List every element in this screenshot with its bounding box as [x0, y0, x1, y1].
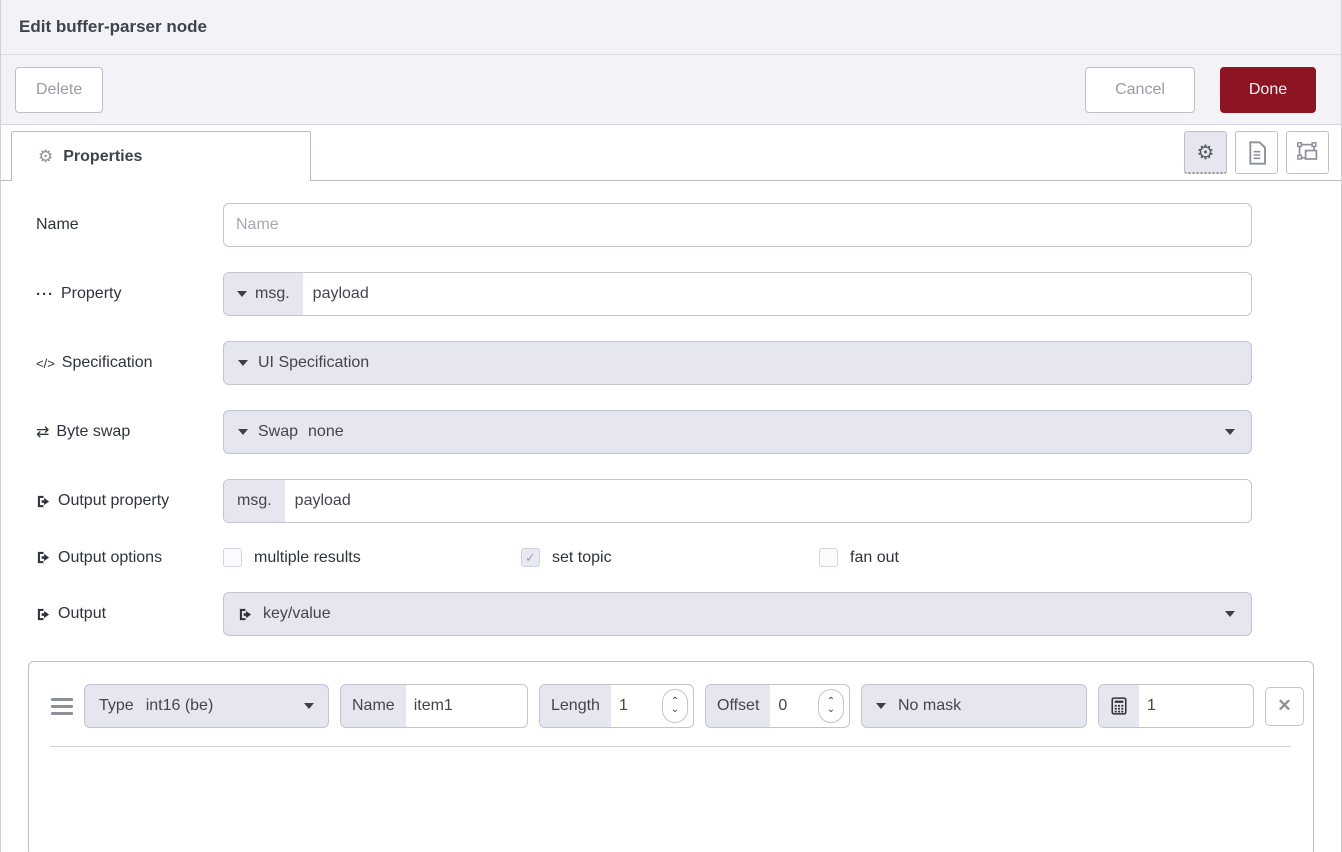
chevron-down-icon: [304, 703, 314, 709]
appearance-icon: [1296, 141, 1320, 165]
output-label: Output: [36, 605, 223, 623]
offset-stepper[interactable]: ⌃⌄: [818, 689, 844, 723]
edit-node-dialog: Edit buffer-parser node Delete Cancel Do…: [0, 0, 1342, 852]
document-icon: [1246, 141, 1268, 165]
row-specification: </> Specification UI Specification: [36, 341, 1252, 385]
item-length-prefix: Length: [540, 685, 611, 727]
chevron-down-icon: [237, 291, 247, 297]
specification-label: </> Specification: [36, 354, 223, 372]
item-type-label: Type: [99, 697, 134, 715]
gear-icon: ⚙: [38, 147, 53, 167]
item-scale-field: [1098, 684, 1254, 728]
gear-icon: ⚙: [1197, 140, 1215, 165]
chevron-down-icon: [1225, 429, 1235, 435]
row-property: ··· Property msg.: [36, 272, 1252, 316]
code-icon: </>: [36, 356, 55, 371]
tab-properties-label: Properties: [63, 148, 142, 166]
output-property-label: Output property: [36, 492, 223, 510]
item-length-input[interactable]: [611, 697, 662, 715]
checkbox-label: multiple results: [254, 549, 361, 567]
specification-select[interactable]: UI Specification: [223, 341, 1252, 385]
dialog-title: Edit buffer-parser node: [19, 17, 207, 37]
properties-form: Name ··· Property msg. </> Specificatio: [1, 181, 1341, 636]
sign-out-icon: [238, 607, 253, 622]
editor-tab-bar: ⚙ Properties ⚙: [1, 125, 1341, 181]
properties-tab-button[interactable]: ⚙: [1184, 131, 1227, 174]
row-byte-swap: ⇄ Byte swap Swap none: [36, 410, 1252, 454]
row-output: Output key/value: [36, 592, 1252, 636]
drag-handle-icon[interactable]: [51, 698, 73, 715]
item-length-field: Length ⌃⌄: [539, 684, 694, 728]
item-offset-field: Offset ⌃⌄: [705, 684, 850, 728]
output-options-label: Output options: [36, 549, 223, 567]
chevron-down-icon: [1225, 611, 1235, 617]
sign-out-icon: [36, 494, 51, 509]
checkbox-fan-out[interactable]: ✓ fan out: [819, 548, 1117, 567]
checkbox-label: set topic: [552, 549, 612, 567]
length-stepper[interactable]: ⌃⌄: [662, 689, 688, 723]
dialog-titlebar: Edit buffer-parser node: [1, 0, 1341, 55]
byte-swap-label: ⇄ Byte swap: [36, 422, 223, 442]
output-select[interactable]: key/value: [223, 592, 1252, 636]
byte-swap-select[interactable]: Swap none: [223, 410, 1252, 454]
checkbox-set-topic[interactable]: ✓ set topic: [521, 548, 819, 567]
property-typed-input: msg.: [223, 272, 1252, 316]
item-divider: [51, 746, 1291, 747]
parser-item-row: Type int16 (be) Name Length ⌃⌄ Offset ⌃⌄: [29, 662, 1313, 728]
item-type-value: int16 (be): [146, 697, 292, 715]
description-tab-button[interactable]: [1235, 131, 1278, 174]
output-property-prefix: msg.: [224, 480, 285, 522]
chevron-down-icon: [238, 429, 248, 435]
delete-button[interactable]: Delete: [15, 67, 103, 113]
swap-arrows-icon: ⇄: [36, 422, 49, 442]
name-label: Name: [36, 216, 223, 234]
parser-items-list: Type int16 (be) Name Length ⌃⌄ Offset ⌃⌄: [28, 661, 1314, 852]
ellipsis-icon: ···: [36, 286, 54, 303]
output-property-typed-input: msg.: [223, 479, 1252, 523]
item-name-prefix: Name: [341, 685, 406, 727]
editor-tab-icons: ⚙: [1184, 131, 1329, 174]
item-mask-select[interactable]: No mask: [861, 684, 1087, 728]
row-name: Name: [36, 203, 1252, 247]
done-button[interactable]: Done: [1220, 67, 1316, 113]
checkbox-multiple-results[interactable]: ✓ multiple results: [223, 548, 521, 567]
checkbox-box[interactable]: ✓: [223, 548, 242, 567]
checkbox-box[interactable]: ✓: [521, 548, 540, 567]
item-offset-prefix: Offset: [706, 685, 770, 727]
row-output-property: Output property msg.: [36, 479, 1252, 523]
item-offset-input[interactable]: [770, 697, 818, 715]
remove-item-button[interactable]: ✕: [1265, 687, 1304, 726]
sign-out-icon: [36, 607, 51, 622]
output-property-input[interactable]: [285, 480, 1251, 522]
property-label: ··· Property: [36, 285, 223, 303]
checkbox-label: fan out: [850, 549, 899, 567]
byte-swap-value: none: [308, 423, 344, 441]
dialog-toolbar: Delete Cancel Done: [1, 55, 1341, 125]
chevron-down-icon: [238, 360, 248, 366]
tab-properties[interactable]: ⚙ Properties: [11, 131, 311, 181]
row-output-options: Output options ✓ multiple results ✓ set …: [36, 548, 1252, 567]
sign-out-icon: [36, 550, 51, 565]
name-input[interactable]: [223, 203, 1252, 247]
property-type-dropdown[interactable]: msg.: [224, 273, 303, 315]
chevron-down-icon: [876, 703, 886, 709]
item-mask-value: No mask: [898, 697, 961, 715]
close-icon: ✕: [1277, 696, 1291, 716]
item-scale-input[interactable]: [1139, 697, 1253, 715]
cancel-button[interactable]: Cancel: [1085, 67, 1195, 113]
item-name-field: Name: [340, 684, 528, 728]
item-type-select[interactable]: Type int16 (be): [84, 684, 329, 728]
appearance-tab-button[interactable]: [1286, 131, 1329, 174]
calculator-icon: [1099, 685, 1139, 727]
property-input[interactable]: [303, 273, 1251, 315]
item-name-input[interactable]: [406, 697, 527, 715]
checkbox-box[interactable]: ✓: [819, 548, 838, 567]
